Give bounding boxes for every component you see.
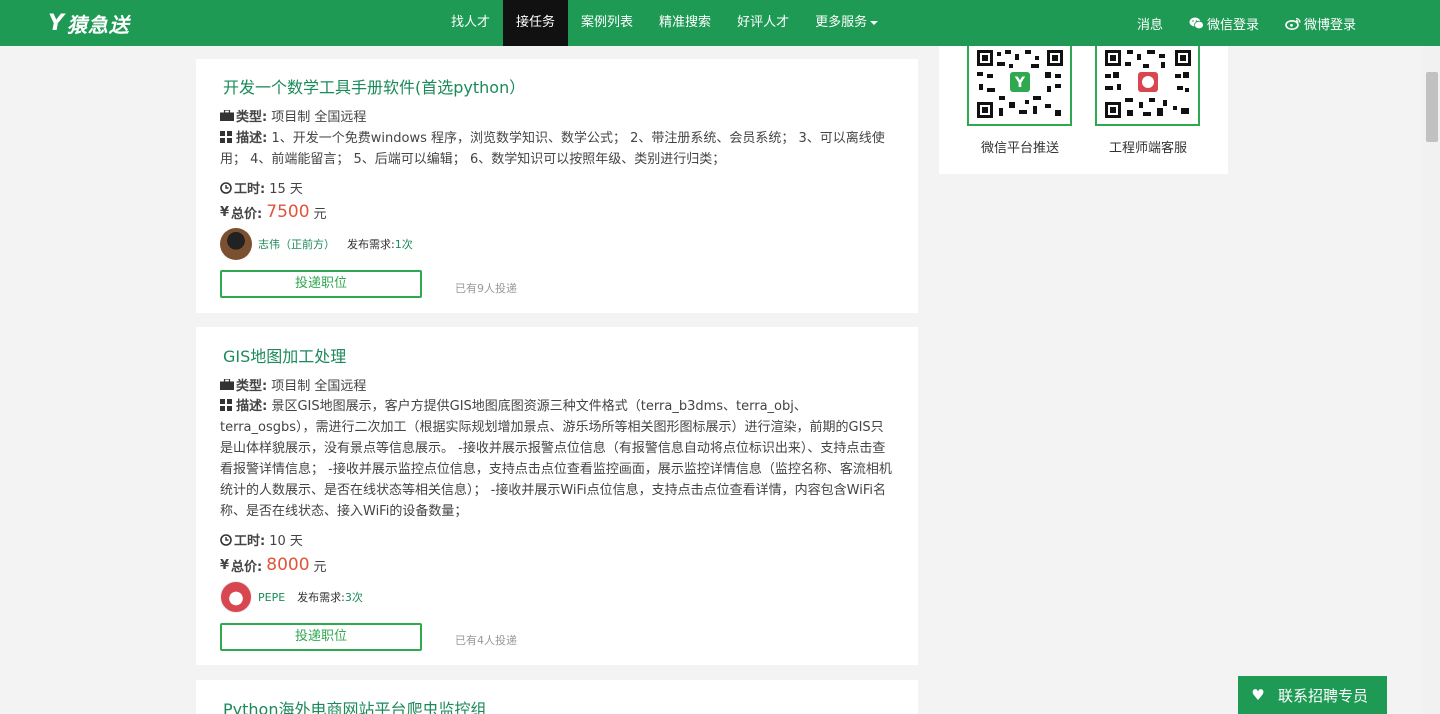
nav-precise-search[interactable]: 精准搜索: [646, 0, 724, 46]
briefcase-icon: [220, 379, 234, 390]
time-label: 工时:: [234, 182, 266, 197]
job-title[interactable]: 开发一个数学工具手册软件(首选python）: [223, 74, 525, 98]
engineer-service-qr-code: [1095, 46, 1200, 126]
job-description: 描述: 1、开发一个免费windows 程序，浏览数学知识、数学公式； 2、带注…: [220, 128, 896, 170]
grid-icon: [220, 399, 232, 411]
qr-panel: Y 微信平台推送 工程师端客服: [939, 46, 1228, 174]
qr-code-icon: Y: [975, 48, 1064, 120]
wechat-login-link[interactable]: 微信登录: [1189, 14, 1259, 33]
wechat-icon: [1189, 17, 1204, 29]
nav-case-list[interactable]: 案例列表: [568, 0, 646, 46]
type-label: 类型:: [236, 110, 268, 125]
job-card: GIS地图加工处理 类型: 项目制 全国远程 描述: 景区GIS地图展示，客户方…: [196, 327, 918, 665]
price-unit: 元: [313, 559, 327, 575]
applicants-count: 已有9人投递: [455, 282, 517, 295]
desc-value: 景区GIS地图展示，客户方提供GIS地图底图资源三种文件格式（terra_b3d…: [220, 399, 892, 519]
yen-icon: ¥: [220, 557, 230, 573]
nav-more-services[interactable]: 更多服务: [802, 0, 891, 46]
job-type-row: 类型: 项目制 全国远程: [220, 375, 366, 394]
clock-icon: [220, 181, 232, 194]
type-value: 项目制 全国远程: [271, 379, 367, 394]
qr-label-wechat: 微信平台推送: [980, 141, 1059, 156]
heart-icon: ♥: [1251, 686, 1265, 704]
weibo-login-label: 微博登录: [1303, 17, 1356, 33]
nav-find-talent[interactable]: 找人才: [438, 0, 503, 46]
apply-button[interactable]: 投递职位: [220, 270, 422, 298]
job-title[interactable]: GIS地图加工处理: [223, 343, 346, 367]
time-label: 工时:: [234, 534, 266, 549]
posted-label: 发布需求:: [347, 238, 395, 251]
type-label: 类型:: [236, 379, 268, 394]
poster-name[interactable]: PEPE: [258, 591, 285, 604]
apply-button[interactable]: 投递职位: [220, 623, 422, 651]
scrollbar[interactable]: [1423, 46, 1440, 714]
price-label: 总价:: [231, 559, 263, 575]
qr-label-engineer: 工程师端客服: [1108, 141, 1187, 156]
scrollbar-thumb[interactable]: [1426, 72, 1438, 142]
job-time-row: 工时: 10 天: [220, 530, 303, 549]
time-value: 15 天: [269, 182, 303, 197]
weibo-login-link[interactable]: 微博登录: [1285, 14, 1356, 33]
price-value: 8000: [266, 555, 310, 575]
wechat-login-label: 微信登录: [1206, 17, 1259, 33]
price-unit: 元: [313, 206, 327, 222]
wechat-qr-code: Y: [967, 46, 1072, 126]
job-card: Python海外电商网站平台爬虫监控组: [196, 680, 918, 714]
nav-take-tasks[interactable]: 接任务: [503, 0, 569, 46]
price-label: 总价:: [231, 206, 263, 222]
poster-info: PEPE 发布需求:3次: [220, 581, 363, 613]
logo-y-icon: Y: [48, 10, 65, 36]
poster-info: 志伟（正前方） 发布需求:1次: [220, 228, 413, 260]
desc-label: 描述:: [236, 399, 268, 414]
job-title[interactable]: Python海外电商网站平台爬虫监控组: [223, 696, 486, 714]
avatar[interactable]: [220, 581, 252, 613]
posted-count: 发布需求:3次: [297, 589, 363, 605]
weibo-icon: [1285, 17, 1301, 30]
posted-label: 发布需求:: [297, 591, 345, 604]
brand-name: 猿急送: [66, 12, 130, 37]
desc-value: 1、开发一个免费windows 程序，浏览数学知识、数学公式； 2、带注册系统、…: [220, 131, 885, 167]
applicants-count: 已有4人投递: [455, 634, 517, 647]
contact-recruiter-button[interactable]: ♥ 联系招聘专员: [1238, 676, 1387, 714]
main-nav: 找人才 接任务 案例列表 精准搜索 好评人才 更多服务: [438, 0, 891, 46]
yen-icon: ¥: [220, 204, 230, 220]
job-time-row: 工时: 15 天: [220, 178, 303, 197]
job-price-row: ¥ 总价: 7500 元: [220, 202, 327, 222]
job-card: 开发一个数学工具手册软件(首选python） 类型: 项目制 全国远程 描述: …: [196, 59, 918, 313]
svg-text:Y: Y: [1014, 75, 1026, 91]
price-value: 7500: [266, 202, 310, 222]
job-type-row: 类型: 项目制 全国远程: [220, 106, 366, 125]
brand-logo[interactable]: Y 猿急送: [48, 10, 130, 37]
contact-label: 联系招聘专员: [1278, 686, 1369, 705]
clock-icon: [220, 533, 232, 546]
grid-icon: [220, 131, 232, 143]
posted-count-value: 3次: [344, 591, 363, 604]
nav-right: 消息 微信登录 微博登录: [1111, 0, 1356, 46]
poster-name[interactable]: 志伟（正前方）: [258, 236, 335, 252]
job-description: 描述: 景区GIS地图展示，客户方提供GIS地图底图资源三种文件格式（terra…: [220, 396, 896, 522]
time-value: 10 天: [269, 534, 303, 549]
type-value: 项目制 全国远程: [271, 110, 367, 125]
nav-top-rated-talent[interactable]: 好评人才: [724, 0, 802, 46]
top-navbar: Y 猿急送 找人才 接任务 案例列表 精准搜索 好评人才 更多服务 消息 微信登…: [0, 0, 1440, 46]
nav-more-label: 更多服务: [815, 15, 868, 30]
posted-count: 发布需求:1次: [347, 236, 413, 252]
briefcase-icon: [220, 110, 234, 121]
posted-count-value: 1次: [394, 238, 413, 251]
job-price-row: ¥ 总价: 8000 元: [220, 555, 327, 575]
qr-code-icon: [1105, 50, 1191, 118]
avatar[interactable]: [220, 228, 252, 260]
desc-label: 描述:: [236, 131, 268, 146]
messages-link[interactable]: 消息: [1137, 14, 1163, 33]
messages-label: 消息: [1136, 17, 1163, 33]
caret-down-icon: [870, 20, 879, 25]
